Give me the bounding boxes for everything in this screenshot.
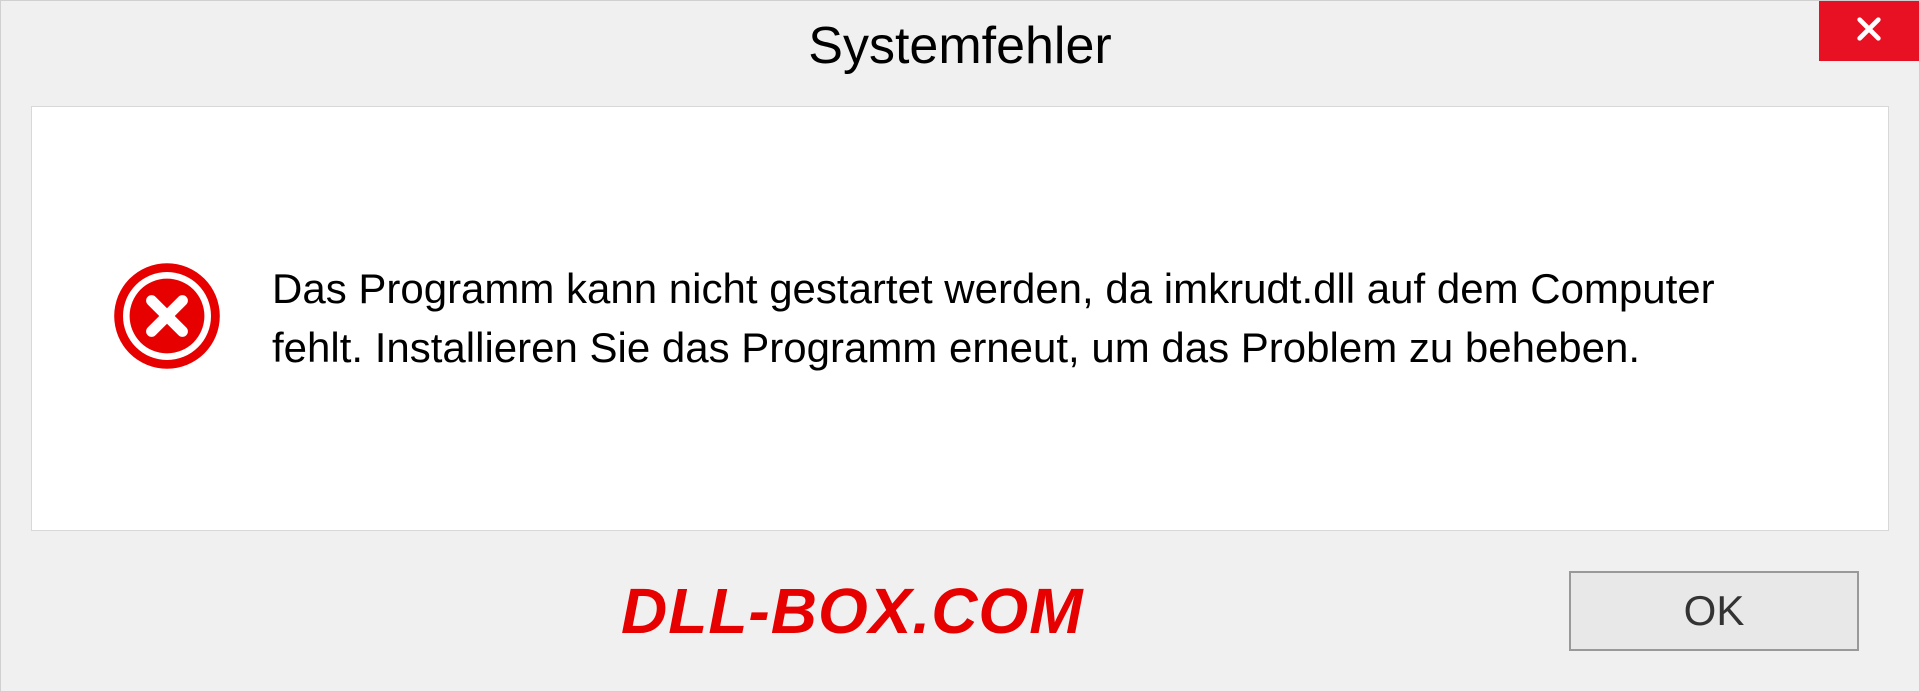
watermark-text: DLL-BOX.COM <box>621 574 1084 648</box>
close-icon <box>1853 13 1885 50</box>
ok-button[interactable]: OK <box>1569 571 1859 651</box>
error-dialog: Systemfehler Das Programm kann nicht ges… <box>0 0 1920 692</box>
content-panel: Das Programm kann nicht gestartet werden… <box>31 106 1889 531</box>
dialog-title: Systemfehler <box>808 16 1111 76</box>
error-icon <box>112 261 222 376</box>
error-message: Das Programm kann nicht gestartet werden… <box>272 260 1808 378</box>
titlebar: Systemfehler <box>1 1 1919 91</box>
dialog-footer: DLL-BOX.COM OK <box>1 561 1919 691</box>
close-button[interactable] <box>1819 1 1919 61</box>
